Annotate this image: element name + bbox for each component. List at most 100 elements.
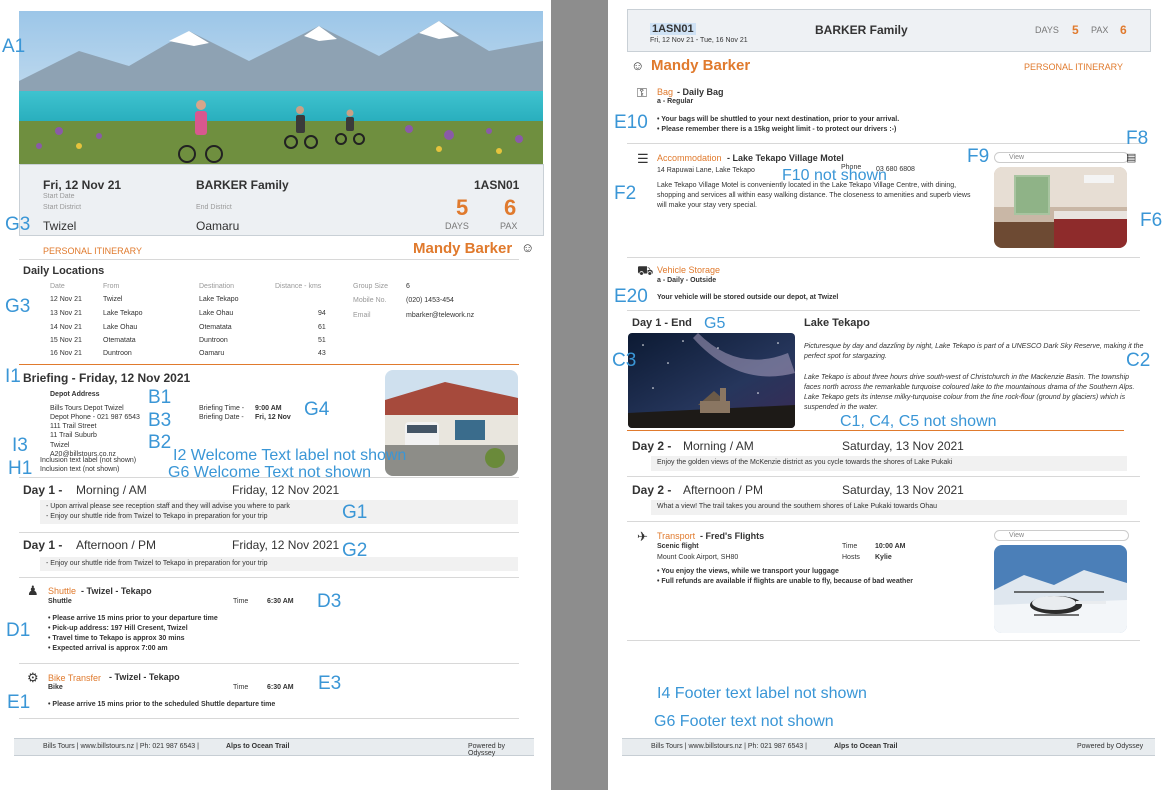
- shuttle-sub: Shuttle: [48, 598, 72, 605]
- day1-end-p1: Picturesque by day and dazzling by night…: [804, 343, 1144, 360]
- day1-end-title: Day 1 - End: [632, 317, 692, 329]
- bed-icon: ☰: [637, 151, 649, 166]
- footer-trail: Alps to Ocean Trail: [226, 743, 290, 750]
- annotation-f9: F9: [967, 146, 990, 167]
- email-label: Email: [353, 312, 371, 319]
- footer-trail: Alps to Ocean Trail: [834, 743, 898, 750]
- cover-family: BARKER Family: [196, 178, 289, 192]
- annotation-b1: B1: [148, 387, 172, 408]
- footer: Bills Tours | www.billstours.nz | Ph: 02…: [14, 738, 534, 757]
- group-icon: ☺: [631, 58, 645, 73]
- group-icon: ☺: [521, 240, 535, 255]
- day2-pm-period: Afternoon / PM: [683, 483, 764, 497]
- day2-am-notes: Enjoy the golden views of the McKenzie d…: [651, 456, 1127, 471]
- divider: [19, 259, 519, 260]
- day2-pm-date: Saturday, 13 Nov 2021: [842, 483, 964, 497]
- col-distance: Distance - kms: [275, 283, 322, 290]
- divider: [627, 310, 1140, 311]
- annotation-e20: E20: [614, 286, 648, 307]
- loc-from: Lake Ohau: [103, 324, 138, 331]
- note-line: - Enjoy our shuttle ride from Twizel to …: [46, 513, 268, 520]
- loc-dist: 51: [318, 337, 326, 344]
- day1-pm-day: Day 1 -: [23, 538, 63, 552]
- annotation-d1: D1: [6, 620, 31, 641]
- annotation-c2: C2: [1126, 350, 1151, 371]
- end-district: Oamaru: [196, 219, 240, 233]
- day2-am-day: Day 2 -: [632, 439, 672, 453]
- divider: [19, 532, 519, 533]
- incl-text: Inclusion text (not shown): [40, 466, 120, 473]
- day2-pm-day: Day 2 -: [632, 483, 672, 497]
- day1-am-date: Friday, 12 Nov 2021: [232, 483, 340, 497]
- vehicle-text: Your vehicle will be stored outside our …: [657, 294, 839, 301]
- car-icon: ⛟: [637, 263, 654, 278]
- annotation-h1: H1: [8, 458, 33, 479]
- loc-dest: Lake Tekapo: [199, 296, 239, 303]
- helicopter-photo: [994, 545, 1127, 633]
- accommodation-address: 14 Rapuwai Lane, Lake Tekapo: [657, 167, 755, 174]
- footer-text: Bills Tours | www.billstours.nz | Ph: 02…: [651, 743, 807, 750]
- mobile-value: (020) 1453-454: [406, 297, 454, 304]
- day1-end-place: Lake Tekapo: [804, 317, 870, 329]
- divider: [627, 521, 1140, 522]
- vehicle-sub: a - Daily - Outside: [657, 277, 717, 284]
- note-line: - Upon arrival please see reception staf…: [46, 503, 290, 510]
- day1-am-period: Morning / AM: [76, 483, 147, 497]
- annotation-a1: A1: [2, 36, 26, 57]
- transport-icon: ✈: [637, 529, 648, 544]
- personal-itinerary-label: PERSONAL ITINERARY: [43, 246, 143, 256]
- header-family: BARKER Family: [815, 23, 908, 37]
- annotation-g6: G6 Welcome Text not shown: [168, 464, 372, 481]
- annotation-f2: F2: [614, 183, 637, 204]
- start-district: Twizel: [43, 219, 77, 233]
- church-night-photo: [628, 333, 795, 428]
- accommodation-title: - Lake Tekapo Village Motel: [727, 153, 844, 163]
- loc-from: Duntroon: [103, 350, 132, 357]
- note-line: Enjoy the golden views of the McKenzie d…: [657, 459, 953, 466]
- loc-dest: Oamaru: [199, 350, 225, 357]
- bag-name: Bag: [657, 87, 674, 97]
- accommodation-view-button[interactable]: View: [994, 152, 1129, 163]
- cover-days-label: DAYS: [445, 221, 469, 231]
- transport-view-button[interactable]: View: [994, 530, 1129, 541]
- loc-from: Twizel: [103, 296, 123, 303]
- bike-route: - Twizel - Tekapo: [109, 672, 180, 682]
- transport-name: Transport: [657, 531, 696, 541]
- footer-powered: Powered by Odyssey: [468, 743, 505, 757]
- bike-name: Bike Transfer: [48, 673, 102, 683]
- divider: [627, 257, 1140, 258]
- cover-photo: [19, 11, 543, 164]
- bag-title: - Daily Bag: [677, 87, 724, 97]
- annotation-g4: G4: [304, 399, 330, 420]
- traveller-name: Mandy Barker: [413, 240, 513, 257]
- view-label: View: [1009, 532, 1025, 539]
- start-district-label: Start District: [43, 204, 82, 211]
- left-page: Fri, 12 Nov 21 Start Date Start District…: [0, 0, 551, 790]
- shuttle-bullet: • Please arrive 15 mins prior to your de…: [48, 615, 218, 622]
- transport-hosts: Kylie: [875, 554, 892, 561]
- vehicle-name: Vehicle Storage: [657, 265, 721, 275]
- day2-pm-notes: What a view! The trail takes you around …: [651, 500, 1127, 515]
- cover-pax: 6: [504, 195, 517, 220]
- briefing-date: Fri, 12 Nov: [255, 414, 291, 421]
- day2-am-period: Morning / AM: [683, 439, 754, 453]
- accommodation-name: Accommodation: [657, 153, 722, 163]
- loc-dist: 61: [318, 324, 326, 331]
- transport-hosts-label: Hosts: [842, 554, 860, 561]
- traveller-name: Mandy Barker: [651, 57, 751, 74]
- annotation-e3: E3: [318, 673, 342, 694]
- depot-address-label: Depot Address: [50, 391, 100, 398]
- annotation-e10: E10: [614, 112, 648, 133]
- loc-date: 14 Nov 21: [50, 324, 82, 331]
- shuttle-route: - Twizel - Tekapo: [81, 586, 152, 596]
- annotation-i3: I3: [12, 435, 28, 456]
- transport-time: 10:00 AM: [875, 543, 906, 550]
- annotation-g6: G6 Footer text not shown: [654, 713, 834, 730]
- loc-dest: Otematata: [199, 324, 232, 331]
- loc-date: 13 Nov 21: [50, 310, 82, 317]
- loc-dest: Duntroon: [199, 337, 228, 344]
- annotation-c1-c4-c5: C1, C4, C5 not shown: [840, 413, 997, 430]
- shuttle-time-label: Time: [233, 598, 249, 605]
- day2-am-date: Saturday, 13 Nov 2021: [842, 439, 964, 453]
- cover-code: 1ASN01: [474, 178, 520, 192]
